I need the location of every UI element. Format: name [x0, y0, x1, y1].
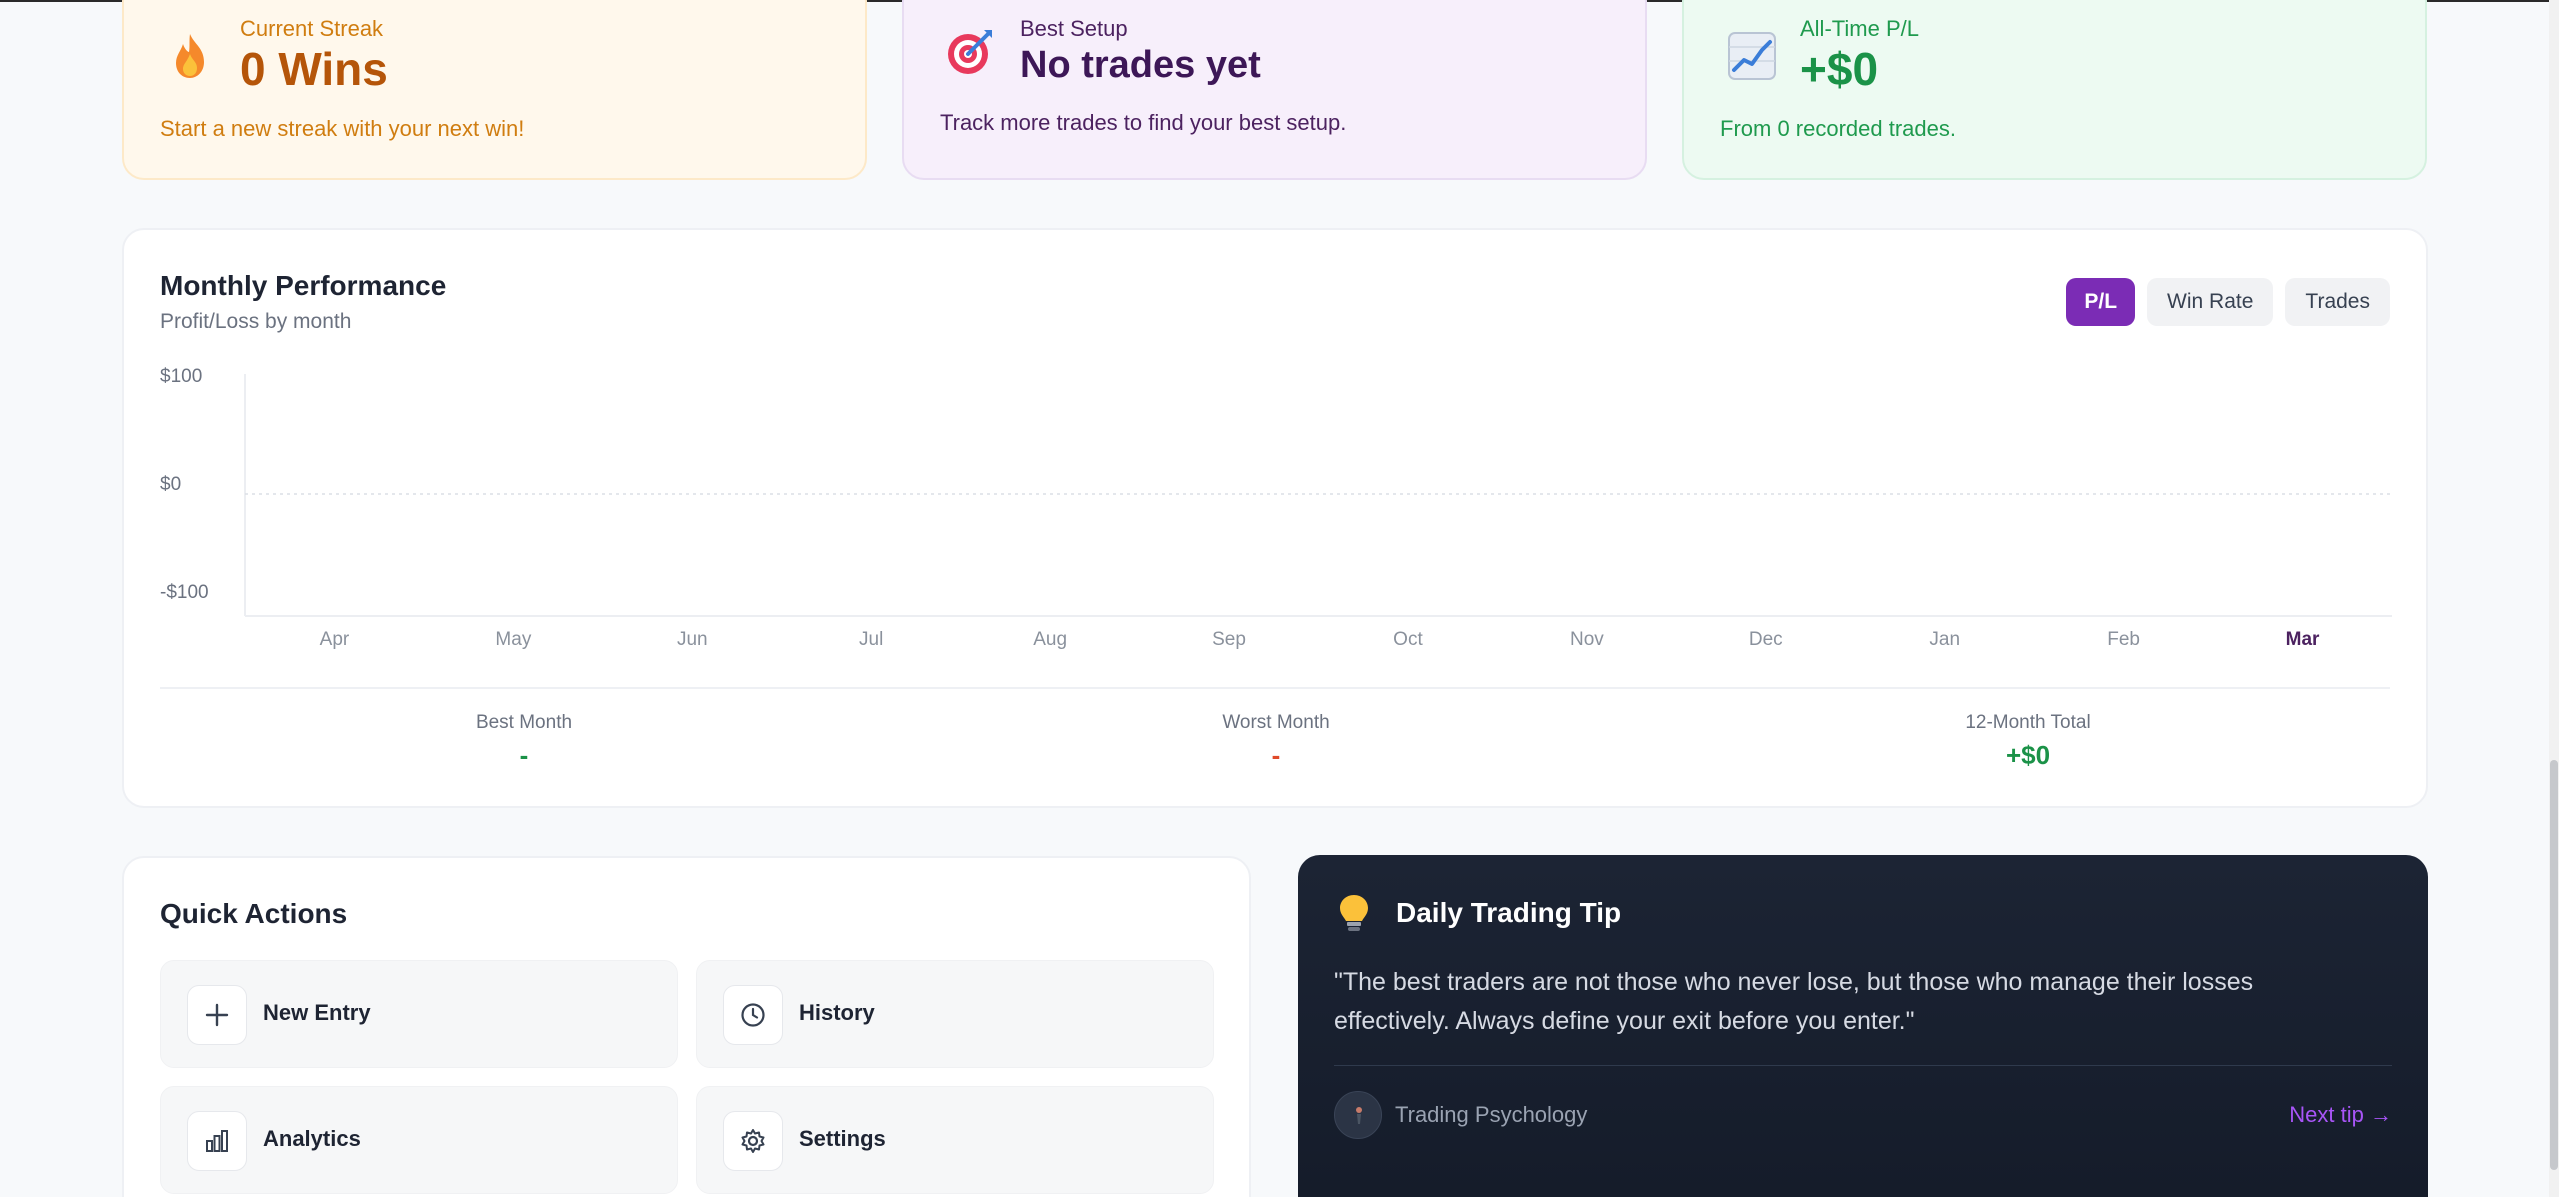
bar-chart-icon: [187, 1111, 247, 1171]
pl-label: All-Time P/L: [1800, 16, 1919, 41]
pl-value: +$0: [1800, 43, 1879, 95]
analytics-button[interactable]: Analytics: [160, 1086, 678, 1194]
twelve-month-total-summary: 12-Month Total +$0: [1878, 712, 2178, 771]
scrollbar-thumb[interactable]: [2550, 760, 2558, 1170]
x-tick-label-oct: Oct: [1393, 629, 1423, 650]
x-tick-label-nov: Nov: [1570, 629, 1604, 650]
summary-divider: [160, 687, 2390, 689]
streak-subtext: Start a new streak with your next win!: [160, 116, 525, 141]
plus-icon: [187, 985, 247, 1045]
x-tick-label-dec: Dec: [1749, 629, 1783, 650]
tip-author-avatar: [1334, 1091, 1382, 1139]
twelve-month-total-value: +$0: [2005, 740, 2051, 770]
dashboard-page: Current Streak 0 Wins Start a new streak…: [0, 0, 2559, 1197]
x-tick-label-jul: Jul: [859, 629, 883, 650]
setup-value: No trades yet: [1020, 44, 1261, 86]
worst-month-label: Worst Month: [1222, 712, 1330, 733]
best-month-label: Best Month: [475, 712, 573, 733]
settings-button[interactable]: Settings: [696, 1086, 1214, 1194]
monthly-performance-card: Monthly Performance Profit/Loss by month…: [122, 228, 2428, 808]
fire-icon: [176, 34, 204, 78]
streak-label: Current Streak: [240, 16, 384, 41]
lightbulb-icon: [1340, 895, 1368, 931]
y-tick-label: $0: [160, 474, 181, 495]
tip-category: Trading Psychology: [1395, 1102, 1588, 1127]
quick-actions-card: Quick Actions New Entry History Analytic…: [122, 856, 1251, 1197]
analytics-label: Analytics: [263, 1126, 361, 1151]
target-icon: [948, 30, 992, 74]
tip-quote: "The best traders are not those who neve…: [1334, 968, 2254, 1035]
all-time-pl-card: All-Time P/L +$0 From 0 recorded trades.: [1682, 0, 2427, 180]
quick-actions-title: Quick Actions: [160, 898, 348, 929]
person-icon: [1356, 1107, 1362, 1124]
daily-tip-card: Daily Trading Tip "The best traders are …: [1298, 855, 2428, 1197]
setup-label: Best Setup: [1020, 16, 1128, 41]
twelve-month-total-label: 12-Month Total: [1965, 712, 2091, 733]
x-tick-label-may: May: [495, 629, 531, 650]
monthly-pl-chart: $100 $0 -$100 Apr May Jun Jul Aug Sep Oct Nov Dec J…: [160, 366, 2392, 650]
gear-icon: [723, 1111, 783, 1171]
x-tick-label-sep: Sep: [1212, 629, 1246, 650]
new-entry-button[interactable]: New Entry: [160, 960, 678, 1068]
streak-value: 0 Wins: [240, 43, 388, 95]
worst-month-value: -: [1271, 740, 1281, 770]
x-tick-label-jun: Jun: [677, 629, 708, 650]
best-month-value: -: [519, 740, 529, 770]
current-streak-card: Current Streak 0 Wins Start a new streak…: [122, 0, 867, 180]
page-scrollbar[interactable]: [2549, 0, 2559, 1197]
settings-label: Settings: [799, 1126, 886, 1151]
next-tip-link[interactable]: Next tip →: [2289, 1102, 2392, 1128]
pl-subtext: From 0 recorded trades.: [1720, 116, 1956, 141]
x-tick-label-mar: Mar: [2286, 629, 2320, 650]
best-month-summary: Best Month -: [374, 712, 674, 771]
history-button[interactable]: History: [696, 960, 1214, 1068]
best-setup-card: Best Setup No trades yet Track more trad…: [902, 0, 1647, 180]
x-tick-label-feb: Feb: [2107, 629, 2140, 650]
x-tick-label-aug: Aug: [1033, 629, 1067, 650]
clock-icon: [723, 985, 783, 1045]
y-tick-label: $100: [160, 366, 202, 387]
worst-month-summary: Worst Month -: [1126, 712, 1426, 771]
new-entry-label: New Entry: [263, 1000, 371, 1025]
setup-subtext: Track more trades to find your best setu…: [940, 110, 1347, 135]
history-label: History: [799, 1000, 875, 1025]
chart-up-icon: [1728, 32, 1776, 80]
tip-divider: [1334, 1065, 2392, 1066]
y-tick-label: -$100: [160, 582, 209, 603]
x-tick-label-jan: Jan: [1929, 629, 1960, 650]
tip-title: Daily Trading Tip: [1396, 897, 1622, 928]
x-tick-label-apr: Apr: [320, 629, 350, 650]
